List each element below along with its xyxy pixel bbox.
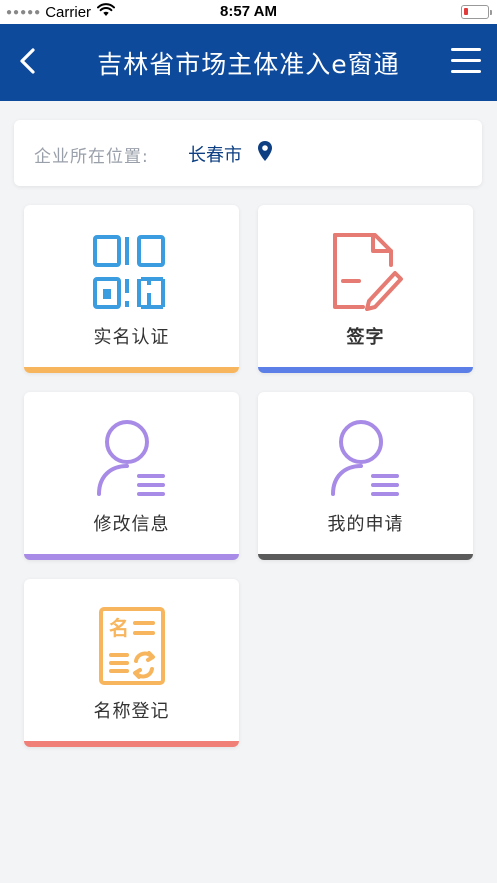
tile-label: 我的申请 — [327, 514, 404, 535]
nav-bar: 吉林省市场主体准入e窗通 — [0, 24, 497, 101]
location-value[interactable]: 长春市 — [188, 141, 242, 167]
tile-accent-bar — [24, 367, 239, 373]
tile-name-registration[interactable]: 名 名称登记 — [24, 579, 239, 747]
tile-label: 实名认证 — [93, 327, 170, 348]
tile-label: 签字 — [346, 327, 385, 348]
hamburger-menu-icon-line — [451, 48, 481, 51]
page-title: 吉林省市场主体准入e窗通 — [97, 50, 400, 79]
tile-accent-bar — [24, 741, 239, 747]
document-pen-icon — [333, 233, 403, 311]
tile-accent-bar — [258, 554, 473, 560]
user-edit-icon — [97, 420, 165, 496]
tile-accent-bar — [258, 367, 473, 373]
back-button[interactable] — [16, 44, 40, 78]
map-pin-icon[interactable] — [257, 140, 273, 162]
battery-icon — [461, 5, 492, 19]
svg-text:名: 名 — [109, 616, 129, 640]
tile-edit-info[interactable]: 修改信息 — [24, 392, 239, 560]
tile-label: 修改信息 — [93, 514, 170, 535]
tile-signature[interactable]: 签字 — [258, 205, 473, 373]
status-time: 8:57 AM — [220, 3, 277, 20]
chevron-left-icon — [20, 48, 35, 74]
user-list-icon — [331, 420, 399, 496]
status-bar: ●●●●● Carrier 8:57 AM — [0, 0, 497, 24]
tile-accent-bar — [24, 554, 239, 560]
battery-level — [464, 8, 468, 15]
qr-code-icon — [93, 235, 165, 309]
tile-label: 名称登记 — [93, 701, 170, 722]
name-register-icon: 名 — [99, 607, 165, 685]
location-label: 企业所在位置: — [34, 147, 149, 167]
location-card: 企业所在位置: 长春市 — [14, 120, 482, 186]
hamburger-menu-icon-line — [451, 70, 481, 73]
tile-real-name-auth[interactable]: 实名认证 — [24, 205, 239, 373]
hamburger-menu-icon-line — [451, 59, 481, 62]
menu-button[interactable] — [451, 46, 481, 74]
tile-my-applications[interactable]: 我的申请 — [258, 392, 473, 560]
